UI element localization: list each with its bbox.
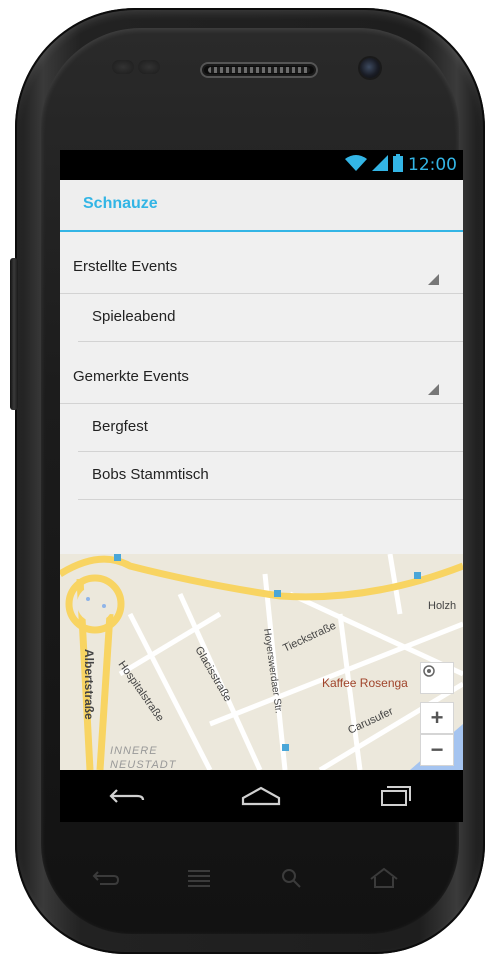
hw-back-icon — [86, 864, 126, 892]
recent-apps-icon — [380, 786, 411, 806]
status-bar: 12:00 — [60, 150, 463, 180]
group-header-saved-events[interactable]: Gemerkte Events — [60, 342, 463, 404]
group-header-label: Gemerkte Events — [73, 368, 189, 385]
map-label-neustadt: NEUSTADT — [110, 759, 177, 770]
wifi-icon — [345, 154, 367, 176]
signal-icon — [372, 154, 388, 176]
hardware-keys — [60, 860, 430, 896]
map-label-innere: INNERE — [110, 745, 158, 757]
status-time: 12:00 — [408, 155, 457, 175]
my-location-icon — [423, 665, 435, 677]
map-label-glacisstrasse: Glacisstraße — [192, 645, 233, 704]
list-item[interactable]: Bergfest — [78, 404, 463, 452]
proximity-sensor — [112, 60, 134, 74]
app-title: Schnauze — [83, 195, 158, 212]
map-label-tieckstrasse: Tieckstraße — [281, 620, 338, 655]
back-button[interactable] — [97, 776, 157, 816]
my-location-button[interactable] — [420, 662, 454, 694]
hw-search-icon — [271, 864, 311, 892]
front-camera — [360, 58, 380, 78]
expandable-event-list: Erstellte Events Spieleabend Gemerkte Ev… — [60, 232, 463, 500]
group-header-label: Erstellte Events — [73, 258, 178, 275]
list-item[interactable]: Spieleabend — [78, 294, 463, 342]
earpiece-speaker — [200, 62, 318, 78]
expand-indicator-icon — [428, 384, 439, 395]
battery-icon — [393, 153, 403, 177]
map-label-holzhof: Holzh — [428, 600, 456, 612]
navigation-bar — [60, 770, 463, 822]
zoom-out-button[interactable]: − — [420, 734, 454, 766]
map-label-albertstrasse: Albertstraße — [82, 649, 96, 720]
list-item-label: Spieleabend — [92, 308, 176, 325]
list-item-label: Bergfest — [92, 418, 148, 435]
expand-indicator-icon — [428, 274, 439, 285]
device-screen: 12:00 Schnauze Erstellte Events Spieleab… — [60, 150, 463, 822]
zoom-in-button[interactable]: + — [420, 702, 454, 734]
map-canvas: Albertstraße Hospitalstraße Glacisstraße… — [60, 554, 463, 770]
hw-menu-icon — [179, 864, 219, 892]
action-bar: Schnauze — [60, 180, 463, 232]
map-view[interactable]: Albertstraße Hospitalstraße Glacisstraße… — [60, 554, 463, 770]
home-button[interactable] — [231, 776, 291, 816]
recent-apps-button[interactable] — [366, 776, 426, 816]
group-header-created-events[interactable]: Erstellte Events — [60, 232, 463, 294]
hw-home-icon — [364, 864, 404, 892]
list-item-label: Bobs Stammtisch — [92, 466, 209, 483]
back-icon — [109, 789, 145, 803]
light-sensor — [138, 60, 160, 74]
volume-button — [10, 258, 18, 410]
home-icon — [242, 786, 281, 806]
list-item[interactable]: Bobs Stammtisch — [78, 452, 463, 500]
map-label-kaffee: Kaffee Rosenga — [322, 676, 408, 690]
